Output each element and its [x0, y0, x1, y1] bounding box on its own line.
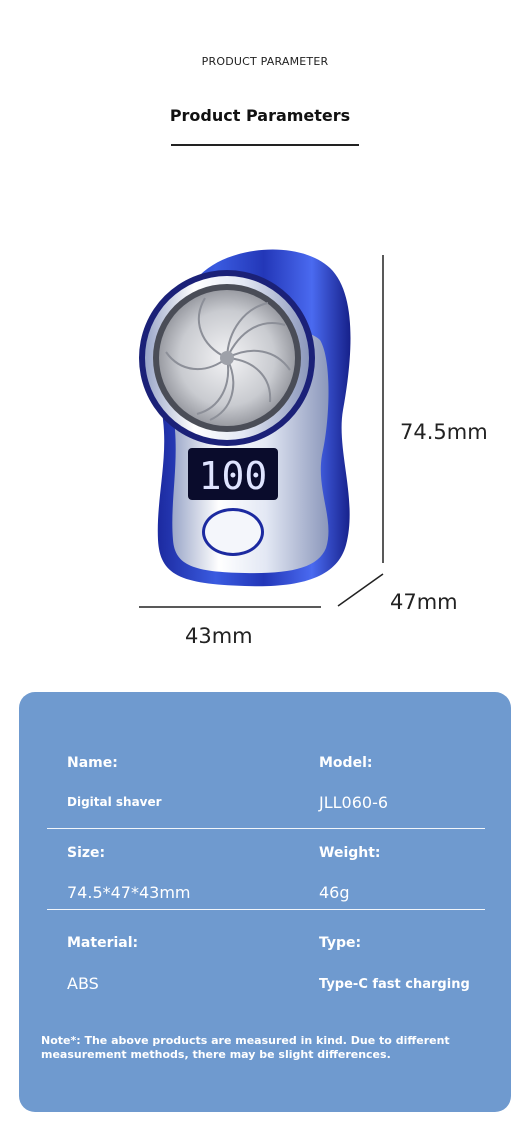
width-dimension-label: 43mm [185, 624, 253, 648]
model-value: JLL060-6 [319, 793, 389, 812]
name-label: Name: [67, 755, 118, 771]
name-value: Digital shaver [67, 795, 162, 809]
type-label: Type: [319, 935, 362, 951]
header-small-title: PRODUCT PARAMETER [201, 55, 329, 68]
type-value: Type-C fast charging [319, 977, 470, 992]
material-value: ABS [67, 974, 99, 993]
row-divider [47, 828, 485, 829]
weight-value: 46g [319, 883, 350, 902]
size-label: Size: [67, 845, 106, 861]
weight-label: Weight: [319, 845, 381, 861]
model-label: Model: [319, 755, 373, 771]
row-divider [47, 909, 485, 910]
height-dimension-label: 74.5mm [400, 420, 488, 444]
size-value: 74.5*47*43mm [67, 883, 191, 902]
page-title: Product Parameters [169, 106, 351, 125]
material-label: Material: [67, 935, 139, 951]
depth-dimension-label: 47mm [390, 590, 458, 614]
parameters-card: Name: Model: Digital shaver JLL060-6 Siz… [19, 692, 511, 1112]
title-underline [171, 144, 359, 146]
measurement-note: Note*: The above products are measured i… [41, 1034, 450, 1061]
battery-display-reading: 100 [199, 454, 268, 498]
depth-dimension-line [337, 573, 384, 607]
